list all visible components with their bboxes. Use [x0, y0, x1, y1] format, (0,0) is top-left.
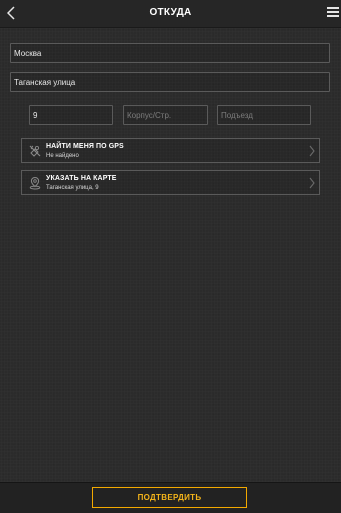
page-title: ОТКУДА: [149, 7, 192, 18]
entrance-field[interactable]: [217, 105, 311, 125]
hamburger-menu-icon: [327, 7, 339, 9]
screen: ОТКУДА НАЙТИ МЕНЯ ПО GPS Не найдено УКАЗ…: [0, 0, 341, 513]
map-option-address: Таганская улица, 9: [46, 185, 99, 191]
gps-option-title: НАЙТИ МЕНЯ ПО GPS: [46, 143, 124, 150]
pick-on-map-button[interactable]: УКАЗАТЬ НА КАРТЕ Таганская улица, 9: [21, 170, 320, 195]
menu-button[interactable]: [326, 5, 340, 19]
confirm-button[interactable]: ПОДТВЕРДИТЬ: [92, 487, 247, 508]
hamburger-menu-icon-line: [327, 11, 339, 13]
gps-disabled-icon: [29, 145, 41, 157]
map-option-title: УКАЗАТЬ НА КАРТЕ: [46, 175, 117, 182]
house-number-field[interactable]: [29, 105, 113, 125]
building-field[interactable]: [123, 105, 208, 125]
gps-option-status: Не найдено: [46, 153, 79, 159]
header-bar: ОТКУДА: [0, 0, 341, 28]
chevron-right-icon: [309, 145, 315, 157]
map-pin-icon: [29, 176, 41, 190]
chevron-right-icon: [309, 177, 315, 189]
footer-bar: ПОДТВЕРДИТЬ: [0, 482, 341, 513]
hamburger-menu-icon-line: [327, 15, 339, 17]
find-by-gps-button[interactable]: НАЙТИ МЕНЯ ПО GPS Не найдено: [21, 138, 320, 163]
street-field[interactable]: [10, 72, 330, 92]
city-field[interactable]: [10, 43, 330, 63]
